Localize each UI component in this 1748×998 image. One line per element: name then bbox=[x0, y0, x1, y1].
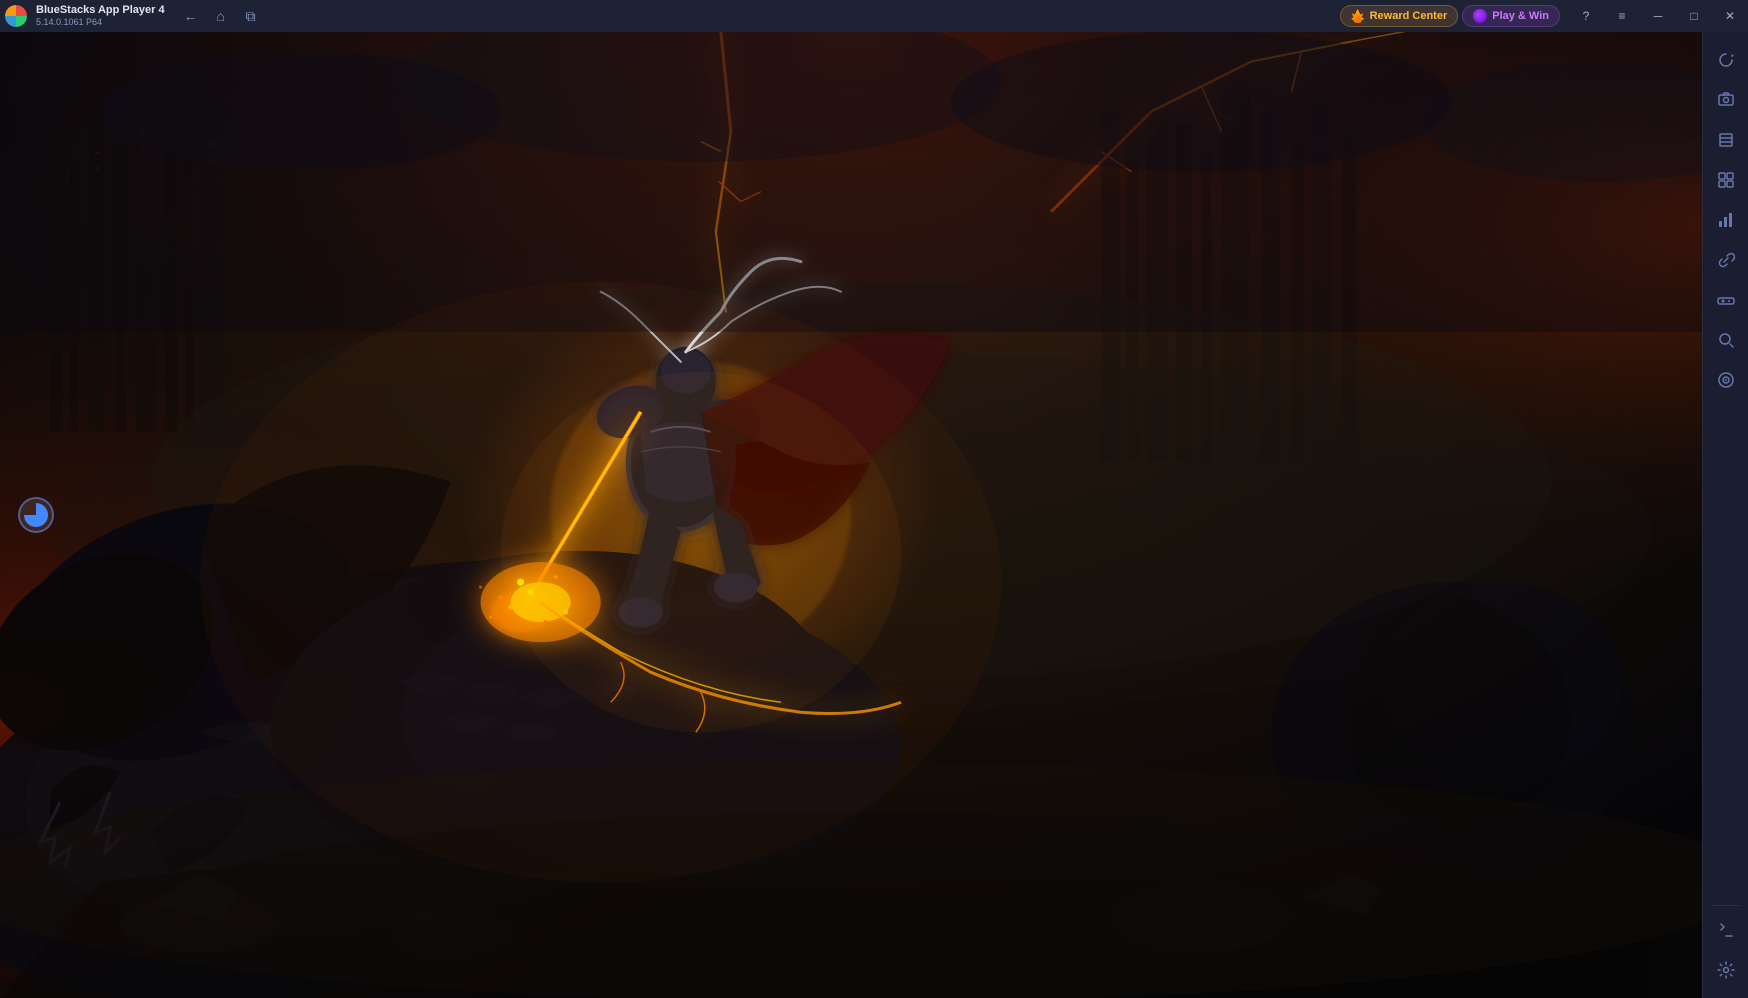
app-title-section: BlueStacks App Player 4 5.14.0.1061 P64 bbox=[36, 4, 165, 28]
reward-center-button[interactable]: Reward Center bbox=[1340, 5, 1459, 27]
play-win-button[interactable]: Play & Win bbox=[1462, 5, 1560, 27]
menu-button[interactable]: ≡ bbox=[1604, 0, 1640, 32]
play-win-label: Play & Win bbox=[1492, 10, 1549, 22]
rotate-icon[interactable] bbox=[1708, 42, 1744, 78]
titlebar-nav: ← ⌂ ⧉ bbox=[177, 2, 265, 30]
gamepad-icon[interactable] bbox=[1708, 282, 1744, 318]
app-version: 5.14.0.1061 P64 bbox=[36, 17, 165, 28]
home-button[interactable]: ⌂ bbox=[207, 2, 235, 30]
titlebar: BlueStacks App Player 4 5.14.0.1061 P64 … bbox=[0, 0, 1748, 32]
main-content bbox=[0, 32, 1702, 998]
grid-icon[interactable] bbox=[1708, 162, 1744, 198]
game-scene bbox=[0, 32, 1702, 998]
link-icon[interactable] bbox=[1708, 242, 1744, 278]
help-button[interactable]: ? bbox=[1568, 0, 1604, 32]
bluestacks-logo bbox=[5, 5, 27, 27]
macro-icon[interactable] bbox=[1708, 362, 1744, 398]
layers-icon[interactable] bbox=[1708, 122, 1744, 158]
minimize-button[interactable]: ─ bbox=[1640, 0, 1676, 32]
reward-center-label: Reward Center bbox=[1370, 10, 1448, 22]
tab-button[interactable]: ⧉ bbox=[237, 2, 265, 30]
right-sidebar bbox=[1702, 32, 1748, 998]
play-win-icon bbox=[1473, 9, 1487, 23]
app-icon bbox=[0, 0, 32, 32]
app-title: BlueStacks App Player 4 bbox=[36, 4, 165, 17]
script-icon[interactable] bbox=[1708, 912, 1744, 948]
game-area[interactable] bbox=[0, 32, 1702, 998]
search-icon[interactable] bbox=[1708, 322, 1744, 358]
titlebar-actions: Reward Center Play & Win bbox=[1340, 5, 1560, 27]
screenshot-icon[interactable] bbox=[1708, 82, 1744, 118]
flame-icon bbox=[1351, 9, 1365, 23]
back-button[interactable]: ← bbox=[177, 2, 205, 30]
titlebar-controls: ? ≡ ─ □ ✕ bbox=[1568, 0, 1748, 32]
sidebar-divider bbox=[1712, 905, 1740, 906]
chart-icon[interactable] bbox=[1708, 202, 1744, 238]
maximize-button[interactable]: □ bbox=[1676, 0, 1712, 32]
spinner-inner bbox=[24, 503, 48, 527]
settings-icon[interactable] bbox=[1708, 952, 1744, 988]
close-button[interactable]: ✕ bbox=[1712, 0, 1748, 32]
app-spinner bbox=[18, 497, 54, 533]
